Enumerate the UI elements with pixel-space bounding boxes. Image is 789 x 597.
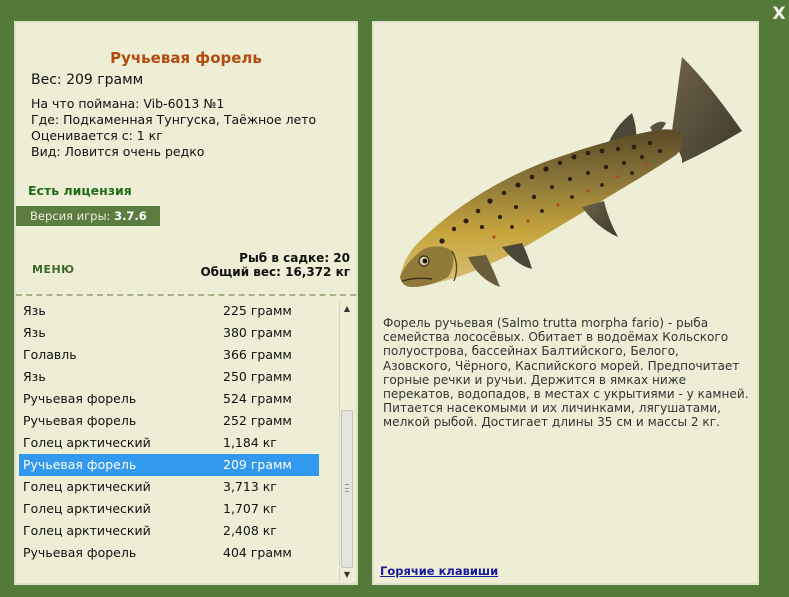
list-item[interactable]: Ручьевая форель 404 грамм bbox=[19, 542, 319, 564]
list-item-name: Язь bbox=[23, 303, 46, 318]
fish-valued-from: Оценивается с: 1 кг bbox=[31, 128, 163, 143]
list-item[interactable]: Голец арктический 1,707 кг bbox=[19, 498, 319, 520]
list-item-name: Голец арктический bbox=[23, 479, 151, 494]
list-item[interactable]: Голец арктический 2,408 кг bbox=[19, 520, 319, 542]
menu-button[interactable]: МЕНЮ bbox=[32, 263, 75, 276]
scroll-down-arrow-icon[interactable]: ▼ bbox=[340, 568, 354, 582]
list-item-weight: 366 грамм bbox=[223, 347, 292, 362]
list-item-weight: 252 грамм bbox=[223, 413, 292, 428]
list-item[interactable]: Голец арктический 1,184 кг bbox=[19, 432, 319, 454]
list-item-weight: 1,707 кг bbox=[223, 501, 277, 516]
list-item-name: Язь bbox=[23, 369, 46, 384]
list-item-weight: 2,408 кг bbox=[223, 523, 277, 538]
caught-fish-list[interactable]: Язь 225 грамм Язь 380 грамм Голавль 366 грамм… bbox=[16, 300, 338, 583]
list-item[interactable]: Ручьевая форель 209 грамм bbox=[19, 454, 319, 476]
list-item[interactable]: Язь 380 грамм bbox=[19, 322, 319, 344]
list-item-name: Голец арктический bbox=[23, 435, 151, 450]
fish-rarity: Вид: Ловится очень редко bbox=[31, 144, 205, 159]
list-item-weight: 225 грамм bbox=[223, 303, 292, 318]
keep-net-stats: Рыб в садке: 20 Общий вес: 16,372 кг bbox=[200, 251, 350, 279]
keep-net-total-weight: Общий вес: 16,372 кг bbox=[200, 265, 350, 279]
list-item-name: Ручьевая форель bbox=[23, 391, 137, 406]
fish-title: Ручьевая форель bbox=[110, 49, 262, 67]
close-icon: X bbox=[772, 4, 786, 24]
list-item[interactable]: Язь 250 грамм bbox=[19, 366, 319, 388]
scroll-thumb[interactable] bbox=[341, 410, 353, 568]
list-item-name: Голец арктический bbox=[23, 523, 151, 538]
hotkeys-link[interactable]: Горячие клавиши bbox=[380, 564, 498, 578]
license-status: Есть лицензия bbox=[28, 183, 132, 198]
fish-caught-with: На что поймана: Vib-6013 №1 bbox=[31, 96, 225, 111]
fish-description-panel: Форель ручьевая (Salmo trutta morpha far… bbox=[372, 21, 759, 585]
list-scrollbar[interactable]: ▲ ▼ bbox=[339, 302, 353, 582]
list-item-weight: 3,713 кг bbox=[223, 479, 277, 494]
game-version-label: Версия игры: bbox=[30, 209, 111, 223]
list-item[interactable]: Язь 225 грамм bbox=[19, 300, 319, 322]
list-item-weight: 1,184 кг bbox=[223, 435, 277, 450]
list-item-name: Ручьевая форель bbox=[23, 457, 137, 472]
game-version-value: 3.7.6 bbox=[114, 209, 147, 223]
list-item[interactable]: Ручьевая форель 524 грамм bbox=[19, 388, 319, 410]
fish-description: Форель ручьевая (Salmo trutta morpha far… bbox=[383, 316, 749, 430]
list-item[interactable]: Голец арктический 3,713 кг bbox=[19, 476, 319, 498]
scroll-thumb-grip bbox=[345, 484, 349, 492]
dashed-divider bbox=[16, 294, 356, 296]
list-item-name: Голавль bbox=[23, 347, 77, 362]
list-item-name: Ручьевая форель bbox=[23, 413, 137, 428]
list-item[interactable]: Ручьевая форель 252 грамм bbox=[19, 410, 319, 432]
list-item-name: Язь bbox=[23, 325, 46, 340]
list-item-weight: 404 грамм bbox=[223, 545, 292, 560]
list-item-name: Ручьевая форель bbox=[23, 545, 137, 560]
list-item-weight: 209 грамм bbox=[223, 457, 292, 472]
list-item-weight: 250 грамм bbox=[223, 369, 292, 384]
list-item-weight: 524 грамм bbox=[223, 391, 292, 406]
brown-trout-image bbox=[400, 57, 742, 287]
list-item[interactable]: Голавль 366 грамм bbox=[19, 344, 319, 366]
fish-weight: Вес: 209 грамм bbox=[31, 72, 144, 88]
keep-net-count: Рыб в садке: 20 bbox=[239, 251, 350, 265]
scroll-up-arrow-icon[interactable]: ▲ bbox=[340, 302, 354, 316]
fish-info-panel: Ручьевая форель Вес: 209 грамм На что по… bbox=[14, 21, 358, 585]
fish-location: Где: Подкаменная Тунгуска, Таёжное лето bbox=[31, 112, 317, 127]
close-button[interactable]: X bbox=[771, 5, 787, 23]
game-version-bar: Версия игры: 3.7.6 bbox=[16, 206, 160, 226]
list-item-weight: 380 грамм bbox=[223, 325, 292, 340]
list-item-name: Голец арктический bbox=[23, 501, 151, 516]
